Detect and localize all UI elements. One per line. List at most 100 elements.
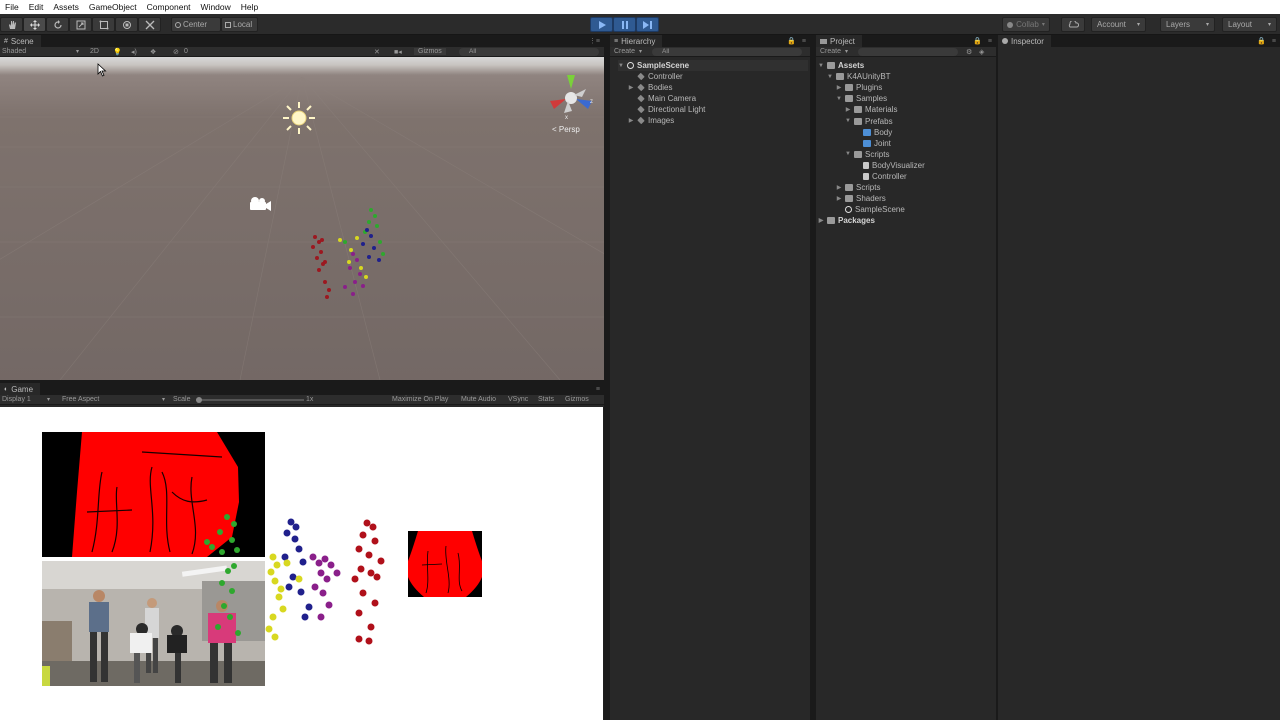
project-item[interactable]: ▶ Plugins bbox=[836, 82, 883, 93]
step-button[interactable] bbox=[636, 17, 659, 32]
hierarchy-item[interactable]: Main Camera bbox=[628, 93, 696, 104]
hierarchy-scene-root[interactable]: ▼ SampleScene bbox=[618, 60, 808, 71]
lock-icon[interactable]: 🔒 bbox=[973, 37, 982, 45]
chevron-right-icon[interactable]: ▶ bbox=[818, 217, 824, 224]
tab-game[interactable]: ◐ Game bbox=[0, 383, 41, 395]
panel-divider[interactable] bbox=[996, 35, 998, 720]
gizmos-dropdown[interactable]: Gizmos bbox=[414, 48, 446, 55]
layers-dropdown[interactable]: Layers ▾ bbox=[1160, 17, 1215, 32]
hierarchy-item[interactable]: ▶ Images bbox=[628, 115, 675, 126]
hand-tool-button[interactable] bbox=[0, 17, 23, 32]
display-dropdown[interactable]: Display 1 bbox=[2, 396, 31, 403]
project-item[interactable]: Body bbox=[854, 127, 892, 138]
chevron-down-icon[interactable]: ▼ bbox=[618, 63, 624, 69]
project-create-button[interactable]: Create bbox=[820, 48, 841, 55]
effects-icon[interactable]: ❖ bbox=[150, 48, 156, 56]
layout-dropdown[interactable]: Layout ▾ bbox=[1222, 17, 1277, 32]
tab-inspector[interactable]: Inspector bbox=[998, 35, 1051, 47]
chevron-right-icon[interactable]: ▶ bbox=[628, 117, 634, 124]
menu-window[interactable]: Window bbox=[196, 2, 236, 12]
menu-dots-icon[interactable]: ≡ bbox=[596, 386, 600, 393]
lighting-icon[interactable]: 💡 bbox=[113, 48, 122, 56]
menu-assets[interactable]: Assets bbox=[48, 2, 84, 12]
maximize-on-play-toggle[interactable]: Maximize On Play bbox=[392, 396, 448, 403]
transform-tool-button[interactable] bbox=[115, 17, 138, 32]
filter-by-type-icon[interactable]: ⚙ bbox=[966, 48, 972, 56]
project-item[interactable]: Joint bbox=[854, 138, 891, 149]
hierarchy-item[interactable]: Directional Light bbox=[628, 104, 705, 115]
panel-divider[interactable] bbox=[604, 35, 610, 720]
pivot-toggle-button[interactable]: Center bbox=[171, 17, 221, 32]
tab-scene[interactable]: # Scene bbox=[0, 35, 41, 47]
menu-dots-icon[interactable]: ≡ bbox=[802, 38, 806, 45]
tab-hierarchy[interactable]: ≡ Hierarchy bbox=[610, 35, 663, 47]
play-button[interactable] bbox=[590, 17, 613, 32]
project-item[interactable]: ▶ Materials bbox=[845, 104, 898, 115]
stats-toggle[interactable]: Stats bbox=[538, 396, 554, 403]
menu-dots-icon[interactable]: ≡ bbox=[1272, 38, 1276, 45]
chevron-right-icon[interactable]: ▶ bbox=[836, 184, 842, 191]
project-item[interactable]: ▶ Shaders bbox=[836, 193, 886, 204]
audio-icon[interactable]: ◂) bbox=[131, 48, 137, 56]
camera-gizmo-icon[interactable] bbox=[246, 195, 272, 213]
chevron-right-icon[interactable]: ▶ bbox=[628, 84, 634, 91]
rect-tool-button[interactable] bbox=[92, 17, 115, 32]
directional-light-icon[interactable] bbox=[281, 100, 317, 136]
project-item[interactable]: ▼ Samples bbox=[836, 93, 887, 104]
hierarchy-item[interactable]: Controller bbox=[628, 71, 683, 82]
shading-dropdown[interactable]: Shaded bbox=[2, 48, 26, 55]
scale-slider-handle[interactable] bbox=[196, 397, 202, 403]
vsync-toggle[interactable]: VSync bbox=[508, 396, 528, 403]
filter-by-label-icon[interactable]: ◈ bbox=[979, 48, 984, 56]
custom-tool-button[interactable] bbox=[138, 17, 161, 32]
project-item[interactable]: Controller bbox=[854, 171, 907, 182]
menu-component[interactable]: Component bbox=[142, 2, 196, 12]
rotate-tool-button[interactable] bbox=[46, 17, 69, 32]
menu-help[interactable]: Help bbox=[236, 2, 263, 12]
space-toggle-button[interactable]: Local bbox=[221, 17, 258, 32]
chevron-right-icon[interactable]: ▶ bbox=[836, 84, 842, 91]
orientation-gizmo[interactable]: x z bbox=[546, 71, 596, 121]
hierarchy-search-input[interactable]: All bbox=[652, 47, 802, 56]
camera-icon[interactable]: ■◂ bbox=[394, 48, 402, 56]
project-item[interactable]: ▼ Prefabs bbox=[845, 116, 893, 127]
panel-divider[interactable] bbox=[810, 35, 816, 720]
account-dropdown[interactable]: Account ▾ bbox=[1091, 17, 1146, 32]
chevron-down-icon[interactable]: ▼ bbox=[845, 151, 851, 157]
move-tool-button[interactable] bbox=[23, 17, 46, 32]
pause-button[interactable] bbox=[613, 17, 636, 32]
scene-viewport[interactable]: x z < Persp bbox=[0, 57, 604, 380]
scene-search-input[interactable]: All bbox=[459, 47, 599, 56]
project-item[interactable]: ▶ Scripts bbox=[836, 182, 881, 193]
menu-file[interactable]: File bbox=[0, 2, 24, 12]
persp-label[interactable]: < Persp bbox=[552, 125, 580, 134]
project-item[interactable]: ▼ K4AUnityBT bbox=[827, 71, 891, 82]
project-item[interactable]: ▼ Scripts bbox=[845, 149, 889, 160]
lock-icon[interactable]: 🔒 bbox=[1257, 37, 1266, 45]
chevron-down-icon[interactable]: ▼ bbox=[827, 74, 833, 80]
chevron-right-icon[interactable]: ▶ bbox=[845, 106, 851, 113]
hierarchy-create-button[interactable]: Create bbox=[614, 48, 635, 55]
lock-icon[interactable]: 🔒 bbox=[787, 37, 796, 45]
2d-toggle[interactable]: 2D bbox=[90, 48, 99, 55]
hidden-objects-icon[interactable]: ⊘ bbox=[173, 48, 179, 56]
hierarchy-item[interactable]: ▶ Bodies bbox=[628, 82, 673, 93]
tab-project[interactable]: Project bbox=[816, 35, 862, 47]
mute-audio-toggle[interactable]: Mute Audio bbox=[461, 396, 496, 403]
project-item[interactable]: ▼ Assets bbox=[818, 60, 864, 71]
scale-tool-button[interactable] bbox=[69, 17, 92, 32]
game-view[interactable] bbox=[0, 407, 603, 720]
menu-edit[interactable]: Edit bbox=[24, 2, 49, 12]
menu-dots-icon[interactable]: ⋮≡ bbox=[589, 37, 600, 45]
chevron-down-icon[interactable]: ▼ bbox=[836, 96, 842, 102]
project-item[interactable]: SampleScene bbox=[836, 204, 905, 215]
aspect-dropdown[interactable]: Free Aspect bbox=[62, 396, 99, 403]
collab-button[interactable]: Collab ▾ bbox=[1002, 17, 1050, 32]
chevron-right-icon[interactable]: ▶ bbox=[836, 195, 842, 202]
chevron-down-icon[interactable]: ▼ bbox=[818, 63, 824, 69]
project-search-input[interactable] bbox=[858, 47, 958, 56]
chevron-down-icon[interactable]: ▼ bbox=[845, 118, 851, 124]
cloud-button[interactable] bbox=[1061, 17, 1085, 32]
panel-divider[interactable] bbox=[0, 380, 604, 383]
tools-icon[interactable]: ✕ bbox=[374, 48, 380, 56]
